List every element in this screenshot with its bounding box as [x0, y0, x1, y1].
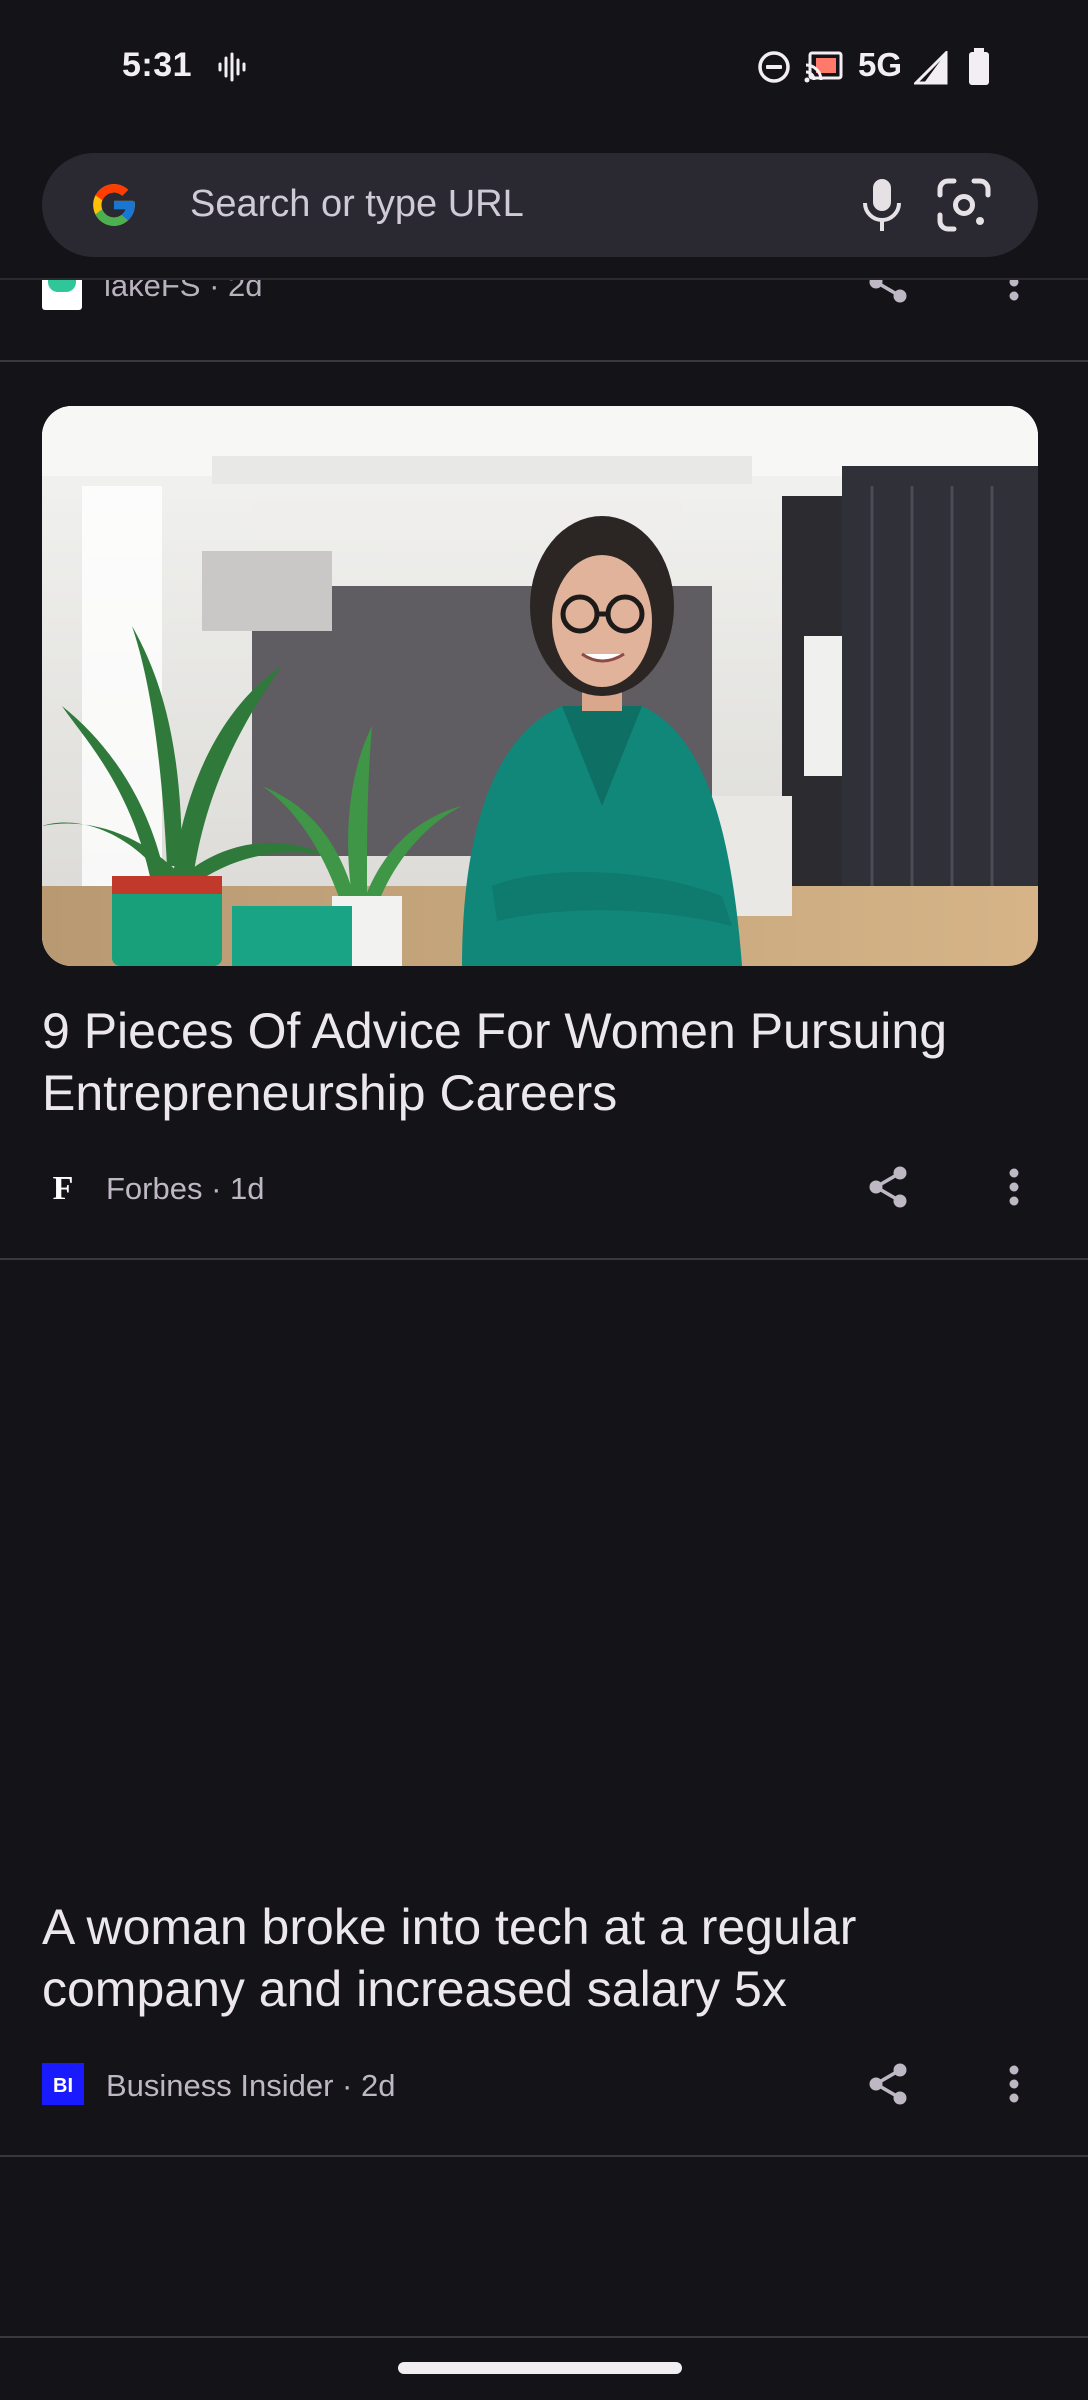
more-options-icon[interactable]	[990, 1161, 1038, 1213]
share-icon[interactable]	[862, 2058, 914, 2110]
lakefs-logo	[42, 280, 82, 310]
voice-assistant-icon	[218, 52, 246, 82]
microphone-icon[interactable]	[854, 175, 910, 235]
status-bar: 5:31 5G	[0, 0, 1088, 135]
partial-article-card[interactable]: lakeFS · 2d	[0, 280, 1088, 360]
article-image[interactable]	[42, 406, 1038, 966]
gesture-navigation-bar[interactable]	[398, 2362, 682, 2374]
signal-icon	[914, 51, 948, 85]
cast-icon	[804, 51, 843, 83]
article-source: lakeFS · 2d	[104, 280, 263, 303]
network-type: 5G	[858, 46, 903, 83]
forbes-logo-letter: F	[53, 1170, 74, 1207]
card-divider	[0, 2336, 1088, 2338]
business-insider-logo-letters: BI	[53, 2075, 73, 2097]
article-source: Forbes · 1d	[106, 1171, 265, 1206]
article-title[interactable]: 9 Pieces Of Advice For Women Pursuing En…	[42, 1000, 1042, 1124]
card-divider	[0, 1258, 1088, 1260]
article-photo	[42, 406, 1038, 966]
article-title[interactable]: A woman broke into tech at a regular com…	[42, 1896, 1042, 2020]
article-source: Business Insider · 2d	[106, 2068, 396, 2103]
google-lens-icon[interactable]	[934, 175, 994, 235]
do-not-disturb-icon	[758, 51, 790, 83]
more-options-icon[interactable]	[990, 2058, 1038, 2110]
business-insider-logo: BI	[42, 2063, 84, 2105]
more-options-icon[interactable]	[990, 280, 1038, 308]
search-input[interactable]: Search or type URL	[190, 183, 524, 226]
search-bar[interactable]: Search or type URL	[42, 153, 1038, 257]
forbes-logo: F	[42, 1166, 84, 1208]
card-divider	[0, 360, 1088, 362]
card-divider	[0, 2155, 1088, 2157]
news-feed-screen: 5:31 5G Search or type URL lakeFS · 2d 9…	[0, 0, 1088, 2400]
share-icon[interactable]	[862, 280, 914, 308]
status-time: 5:31	[122, 46, 193, 84]
google-logo	[93, 184, 135, 226]
share-icon[interactable]	[862, 1161, 914, 1213]
battery-icon	[969, 48, 989, 85]
